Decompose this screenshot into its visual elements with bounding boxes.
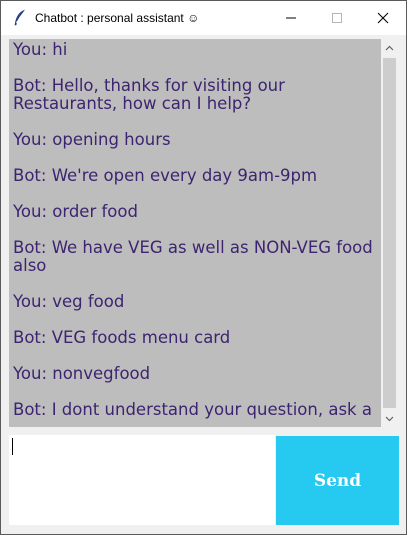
chat-message: Bot: We have VEG as well as NON-VEG food…	[13, 238, 373, 275]
chevron-down-icon	[385, 416, 394, 421]
chat-message: You: veg food	[13, 292, 125, 311]
chat-log[interactable]: You: hi Bot: Hello, thanks for visiting …	[9, 39, 381, 427]
message-input[interactable]	[9, 435, 275, 525]
minimize-icon	[286, 17, 296, 19]
scroll-up-button[interactable]	[381, 39, 398, 56]
send-button[interactable]: Send	[276, 436, 399, 525]
maximize-icon	[332, 13, 342, 23]
maximize-button[interactable]	[314, 1, 360, 35]
minimize-button[interactable]	[268, 1, 314, 35]
window-title: Chatbot : personal assistant ☺	[35, 11, 200, 25]
scroll-down-button[interactable]	[381, 410, 398, 427]
chat-message: Bot: VEG foods menu card	[13, 328, 231, 347]
chat-message: Bot: We're open every day 9am-9pm	[13, 166, 318, 185]
chat-message: You: opening hours	[13, 130, 171, 149]
scroll-thumb[interactable]	[383, 58, 396, 408]
chat-message: Bot: I dont understand your question, as…	[13, 400, 372, 419]
chat-log-text: You: hi Bot: Hello, thanks for visiting …	[9, 39, 381, 419]
close-button[interactable]	[360, 1, 406, 35]
chat-message: You: order food	[13, 202, 138, 221]
chat-message: Bot: Hello, thanks for visiting our Rest…	[13, 76, 285, 113]
chat-message: You: nonvegfood	[13, 364, 151, 383]
text-caret	[12, 438, 13, 455]
chevron-up-icon	[385, 45, 394, 50]
chat-scrollbar[interactable]	[381, 39, 398, 427]
title-bar[interactable]: Chatbot : personal assistant ☺	[1, 1, 406, 35]
feather-icon	[13, 9, 27, 27]
close-icon	[377, 12, 389, 24]
chat-message: You: hi	[13, 40, 68, 59]
chatbot-window: Chatbot : personal assistant ☺ You: hi B…	[0, 0, 407, 535]
